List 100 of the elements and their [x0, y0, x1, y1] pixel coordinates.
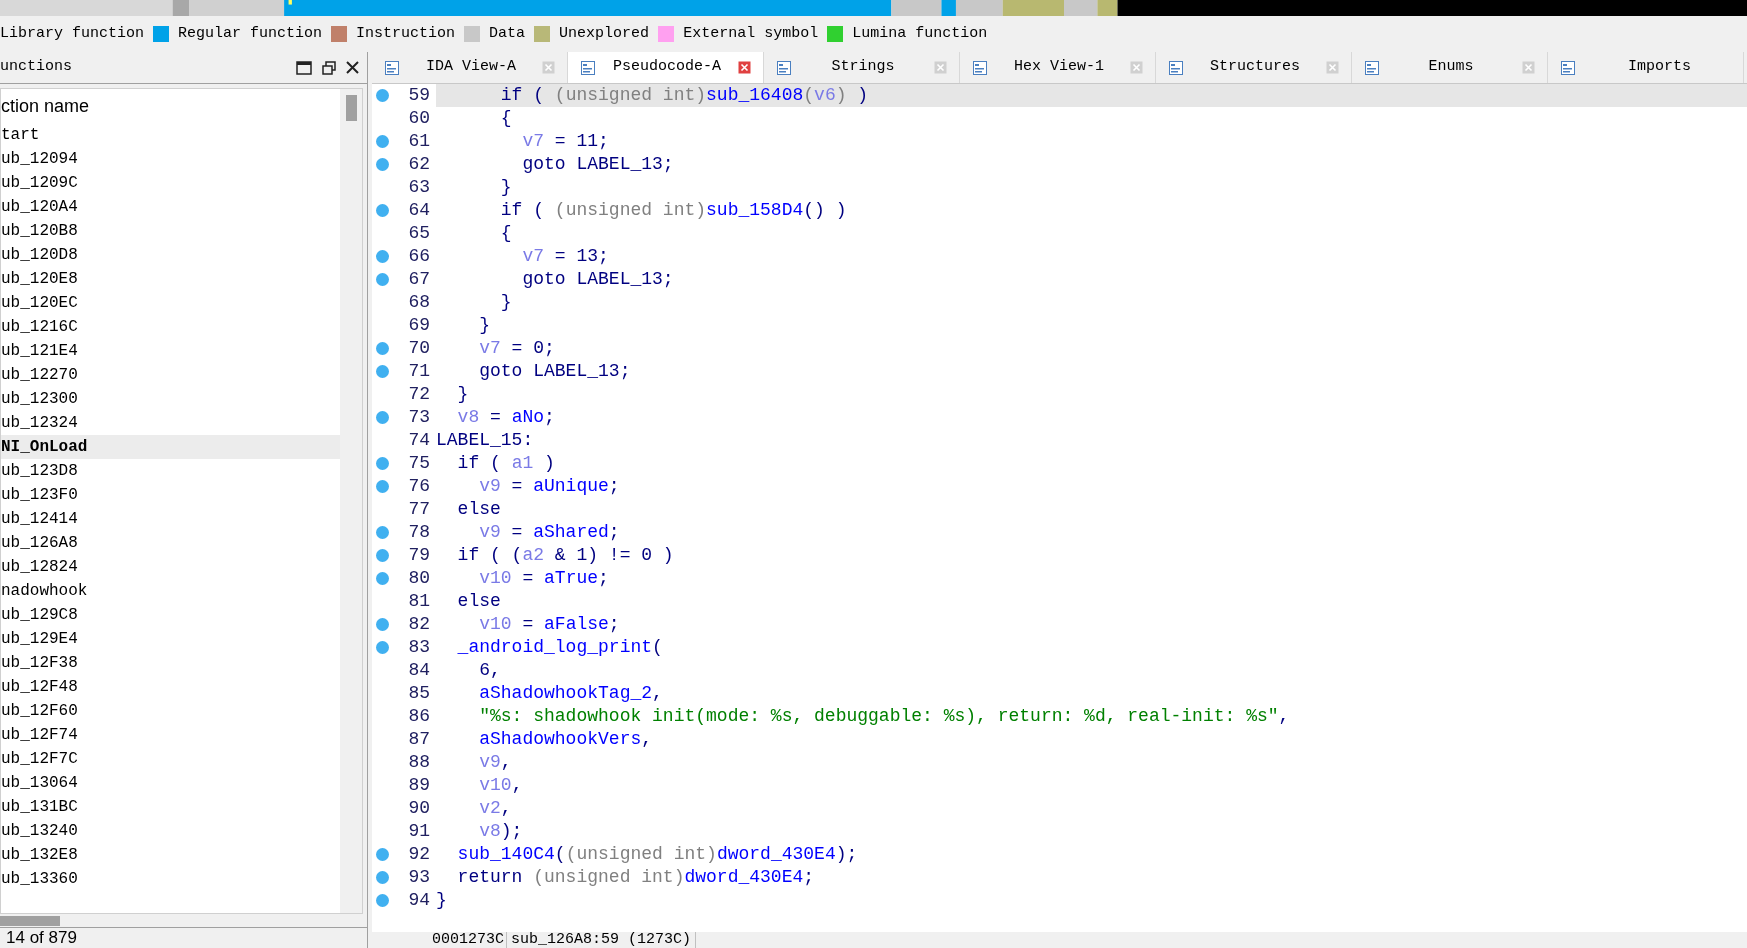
- line-number: 74: [407, 429, 430, 452]
- code-line: }: [478, 314, 491, 337]
- window-icon: [1168, 59, 1184, 76]
- line-number: 76: [407, 475, 430, 498]
- function-list-item[interactable]: ub_129E4: [1, 627, 340, 651]
- function-list-item[interactable]: ub_123D8: [1, 459, 340, 483]
- window-icon: [776, 59, 792, 76]
- function-list-item[interactable]: ub_120EC: [1, 291, 340, 315]
- function-list-item[interactable]: ub_126A8: [1, 531, 340, 555]
- function-list-item[interactable]: ub_120A4: [1, 195, 340, 219]
- line-number: 66: [407, 245, 430, 268]
- code-line: {: [499, 222, 513, 245]
- code-line: goto LABEL_13;: [478, 360, 632, 383]
- close-icon[interactable]: [346, 61, 359, 74]
- scrollbar-thumb[interactable]: [345, 95, 357, 121]
- code-line: v7 = 11;: [521, 130, 610, 153]
- code-line: v10,: [478, 774, 524, 797]
- line-number: 59: [407, 84, 430, 107]
- column-header[interactable]: ction name: [1, 89, 340, 123]
- line-number: 72: [407, 383, 430, 406]
- legend-label: Unexplored: [559, 23, 650, 44]
- window-icon: [972, 59, 988, 76]
- function-list-item[interactable]: ub_12094: [1, 147, 340, 171]
- code-line: if ( a1 ): [456, 452, 556, 475]
- function-list-item[interactable]: ub_132E8: [1, 843, 340, 867]
- function-list-item[interactable]: ub_120E8: [1, 267, 340, 291]
- navigation-band-drawing[interactable]: [0, 0, 1747, 16]
- code-line: 6,: [478, 659, 502, 682]
- function-list-item[interactable]: ub_12F38: [1, 651, 340, 675]
- function-list-item[interactable]: ub_12824: [1, 555, 340, 579]
- window-icon: [384, 59, 400, 76]
- code-line: v10 = aFalse;: [478, 613, 621, 636]
- line-number: 60: [407, 107, 430, 130]
- scrollbar-thumb[interactable]: [0, 915, 60, 926]
- function-list-item[interactable]: ub_1209C: [1, 171, 340, 195]
- line-number: 91: [407, 820, 430, 843]
- code-line: goto LABEL_13;: [521, 153, 675, 176]
- code-line: v9,: [478, 751, 513, 774]
- code-line: if ( (a2 & 1) != 0 ): [456, 544, 675, 567]
- status-location: sub_126A8:59 (1273C): [507, 932, 697, 948]
- function-list-item[interactable]: NI_OnLoad: [1, 435, 340, 459]
- code-line: }: [499, 291, 513, 314]
- function-list-item[interactable]: ub_12F60: [1, 699, 340, 723]
- code-line: v9 = aUnique;: [478, 475, 621, 498]
- function-list-item[interactable]: ub_121E4: [1, 339, 340, 363]
- function-list-item[interactable]: ub_123F0: [1, 483, 340, 507]
- code-line: }: [436, 889, 448, 912]
- legend-label: External symbol: [683, 23, 819, 44]
- code-line: else: [456, 590, 502, 613]
- line-number: 79: [407, 544, 430, 567]
- line-number: 71: [407, 360, 430, 383]
- function-list-item[interactable]: ub_131BC: [1, 795, 340, 819]
- function-list-item[interactable]: ub_13064: [1, 771, 340, 795]
- function-list-item[interactable]: ub_12F74: [1, 723, 340, 747]
- line-number: 85: [407, 682, 430, 705]
- legend-label: Regular function: [178, 23, 323, 44]
- code-line: v2,: [478, 797, 513, 820]
- line-number: 70: [407, 337, 430, 360]
- function-list-item[interactable]: ub_120B8: [1, 219, 340, 243]
- line-number: 69: [407, 314, 430, 337]
- legend-label: Lumina function: [852, 23, 988, 44]
- function-list-item[interactable]: ub_129C8: [1, 603, 340, 627]
- function-list-item[interactable]: ub_13240: [1, 819, 340, 843]
- line-number: 89: [407, 774, 430, 797]
- code-line: aShadowhookVers,: [478, 728, 654, 751]
- status-address: 0001273C: [430, 932, 507, 948]
- legend-label: Library function: [0, 23, 145, 44]
- code-line: LABEL_15:: [436, 429, 535, 452]
- function-list-item[interactable]: ub_13360: [1, 867, 340, 891]
- line-number: 68: [407, 291, 430, 314]
- function-list-item[interactable]: nadowhook: [1, 579, 340, 603]
- function-list-item[interactable]: ub_1216C: [1, 315, 340, 339]
- window-icon: [1560, 59, 1576, 76]
- window-icon: [580, 59, 596, 76]
- code-line: v7 = 13;: [521, 245, 610, 268]
- code-line: aShadowhookTag_2,: [478, 682, 664, 705]
- function-list-item[interactable]: ub_12F7C: [1, 747, 340, 771]
- line-number: 61: [407, 130, 430, 153]
- tab[interactable]: Pseudocode-A: [568, 52, 764, 83]
- function-list-item[interactable]: ub_12414: [1, 507, 340, 531]
- function-list-item[interactable]: ub_120D8: [1, 243, 340, 267]
- function-list-item[interactable]: ub_12F48: [1, 675, 340, 699]
- function-list-item[interactable]: tart: [1, 123, 340, 147]
- function-list-item[interactable]: ub_12324: [1, 411, 340, 435]
- line-number: 90: [407, 797, 430, 820]
- maximize-icon[interactable]: [296, 60, 312, 75]
- function-list-item[interactable]: ub_12300: [1, 387, 340, 411]
- restore-icon[interactable]: [322, 60, 336, 75]
- line-number: 62: [407, 153, 430, 176]
- line-number: 64: [407, 199, 430, 222]
- line-number: 93: [407, 866, 430, 889]
- legend-label: Data: [489, 23, 526, 44]
- legend-label: Instruction: [356, 23, 456, 44]
- line-number: 87: [407, 728, 430, 751]
- line-number: 63: [407, 176, 430, 199]
- code-line: else: [456, 498, 502, 521]
- line-number: 94: [407, 889, 430, 912]
- line-number: 82: [407, 613, 430, 636]
- function-list-item[interactable]: ub_12270: [1, 363, 340, 387]
- code-line: sub_140C4((unsigned int)dword_430E4);: [456, 843, 859, 866]
